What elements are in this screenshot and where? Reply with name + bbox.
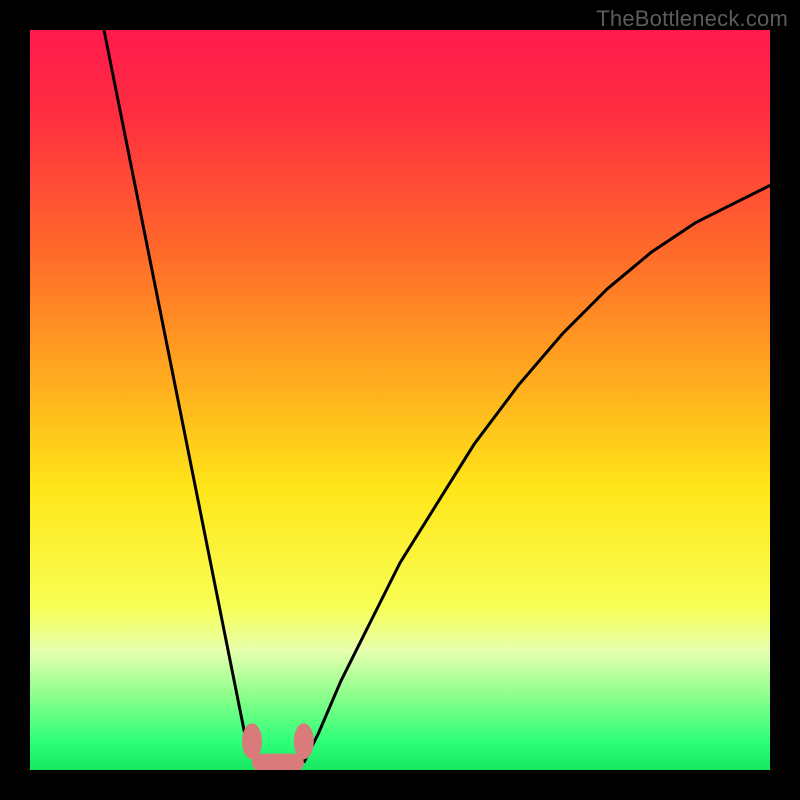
valley-floor-marker <box>252 754 304 770</box>
vertex-right-marker <box>294 723 314 759</box>
gradient-background <box>30 30 770 770</box>
vertex-left-marker <box>242 723 262 759</box>
chart-frame <box>30 30 770 770</box>
watermark-text: TheBottleneck.com <box>596 6 788 32</box>
bottleneck-chart <box>30 30 770 770</box>
